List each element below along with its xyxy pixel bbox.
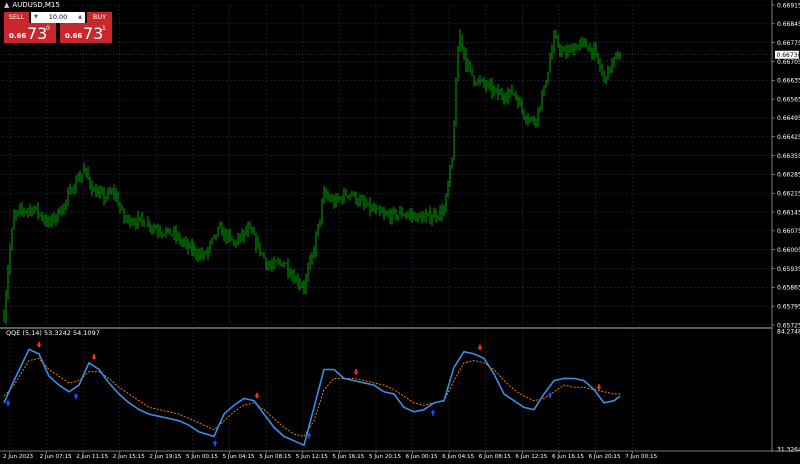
price-tick-label: 0.66565	[777, 96, 800, 103]
signal-down-arrow	[36, 341, 42, 348]
signal-up-arrow	[212, 440, 218, 447]
signal-up-arrow	[430, 409, 436, 416]
buy-price-prefix: 0.66	[65, 32, 83, 40]
signal-down-arrow	[353, 369, 359, 376]
signal-up-arrow	[73, 393, 79, 400]
time-tick-label: 5 Jun 04:15	[223, 454, 255, 460]
price-tick-label: 0.65935	[777, 266, 800, 273]
lot-decrease-icon[interactable]: ▼	[34, 12, 38, 23]
price-tick-label: 0.66495	[777, 115, 800, 122]
time-tick-label: 6 Jun 12:15	[515, 454, 547, 460]
one-click-trading-panel: SELL ▼ 10.00 ▲ BUY 0.66 73 0 0.66 73 1	[4, 12, 112, 44]
price-tick-label: 0.66215	[777, 191, 800, 198]
price-tick-label: 0.66005	[777, 247, 800, 254]
chart-canvas[interactable]: 0.669150.668450.667750.667050.666350.665…	[0, 0, 800, 464]
sell-price-pips: 73	[27, 24, 48, 43]
indicator-label: QQE (5,14) 53.3242 54.1097	[6, 329, 100, 337]
lot-size-value: 10.00	[48, 13, 68, 21]
time-tick-label: 6 Jun 00:15	[406, 454, 438, 460]
symbol-title: ▲ AUDUSD,M15	[4, 1, 60, 9]
buy-price-button[interactable]: 0.66 73 1	[60, 23, 112, 43]
collapse-triangle-icon[interactable]: ▲	[4, 1, 9, 9]
current-price-label: 0.66730	[777, 52, 800, 59]
price-tick-label: 0.66705	[777, 59, 800, 66]
signal-down-arrow	[477, 344, 483, 351]
indicator-tick-label: 84.2748	[777, 328, 800, 335]
time-tick-label: 5 Jun 08:15	[259, 454, 291, 460]
time-tick-label: 7 Jun 00:15	[625, 454, 657, 460]
time-tick-label: 5 Jun 20:15	[369, 454, 401, 460]
lot-increase-icon[interactable]: ▲	[78, 12, 82, 23]
price-candles	[3, 29, 621, 324]
buy-price-pips: 73	[83, 24, 104, 43]
price-tick-label: 0.66355	[777, 153, 800, 160]
time-tick-label: 5 Jun 16:15	[332, 454, 364, 460]
buy-button[interactable]: BUY	[87, 12, 112, 23]
time-tick-label: 6 Jun 08:15	[479, 454, 511, 460]
sell-price-fraction: 0	[46, 25, 50, 32]
price-tick-label: 0.65865	[777, 285, 800, 292]
time-tick-label: 6 Jun 20:15	[589, 454, 621, 460]
lot-size-input[interactable]: ▼ 10.00 ▲	[31, 12, 85, 23]
price-tick-label: 0.66075	[777, 228, 800, 235]
price-tick-label: 0.66425	[777, 134, 800, 141]
price-tick-label: 0.66145	[777, 209, 800, 216]
symbol-label: AUDUSD,M15	[12, 1, 60, 9]
price-tick-label: 0.66845	[777, 21, 800, 28]
signal-down-arrow	[596, 384, 602, 391]
time-tick-label: 2 Jun 2023	[3, 454, 34, 460]
qqe-signal-line	[3, 357, 620, 437]
time-tick-label: 5 Jun 00:15	[186, 454, 218, 460]
sell-button[interactable]: SELL	[4, 12, 29, 23]
price-tick-label: 0.65795	[777, 303, 800, 310]
price-tick-label: 0.66635	[777, 78, 800, 85]
time-axis: 2 Jun 2023 2 Jun 07:15 2 Jun 11:15 2 Jun 15…	[3, 451, 658, 460]
time-tick-label: 6 Jun 16:15	[552, 454, 584, 460]
time-tick-label: 5 Jun 12:15	[296, 454, 328, 460]
sell-price-button[interactable]: 0.66 73 0	[4, 23, 56, 43]
indicator-tick-label: 31.3264	[777, 446, 800, 453]
time-tick-label: 2 Jun 07:15	[40, 454, 72, 460]
time-tick-label: 6 Jun 04:15	[442, 454, 474, 460]
signal-down-arrow	[254, 392, 260, 399]
price-tick-label: 0.66285	[777, 172, 800, 179]
buy-price-fraction: 1	[102, 25, 106, 32]
sell-price-prefix: 0.66	[9, 32, 27, 40]
time-tick-label: 2 Jun 19:15	[149, 454, 181, 460]
qqe-indicator	[3, 341, 621, 447]
time-tick-label: 2 Jun 15:15	[113, 454, 145, 460]
time-tick-label: 2 Jun 11:15	[76, 454, 108, 460]
price-tick-label: 0.66775	[777, 40, 800, 47]
chart-grid	[2, 4, 772, 449]
price-tick-label: 0.66915	[777, 2, 800, 9]
signal-down-arrow	[91, 354, 97, 361]
